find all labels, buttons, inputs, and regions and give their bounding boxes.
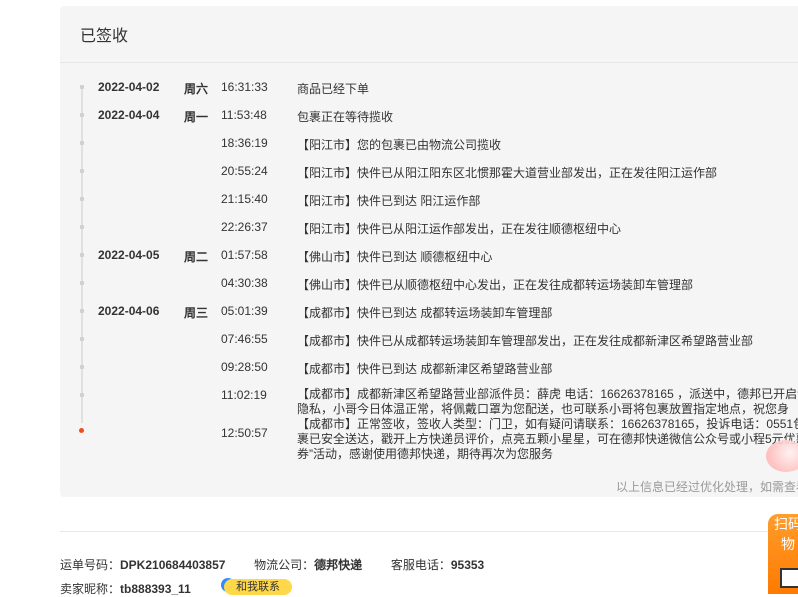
section-divider (60, 531, 798, 532)
timeline-row: 12:50:57 【成都市】正常签收，签收人类型：门卫，如有疑问请联系：1662… (60, 414, 798, 464)
timeline-dot (80, 197, 84, 201)
row-desc: 【成都市】快件已从成都转运场装卸车管理部发出，正在发往成都新津区希望路营业部 (297, 334, 754, 348)
waybill-number: DPK210684403857 (120, 558, 226, 572)
timeline-dot (80, 253, 84, 257)
timeline-dot (80, 225, 84, 229)
timeline-dot (80, 309, 84, 313)
carrier-name: 德邦快递 (314, 558, 363, 572)
timeline-dot (80, 141, 84, 145)
timeline-row: 04:30:38 【佛山市】快件已从顺德枢纽中心发出，正在发往成都转运场装卸车管… (60, 272, 798, 296)
row-date: 2022-04-06 (98, 304, 160, 318)
footnote: 以上信息已经过优化处理，如需查看快 (615, 480, 798, 494)
phone-label: 客服电话： (390, 558, 451, 572)
status-title: 已签收 (80, 28, 129, 45)
timeline-row: 22:26:37 【阳江市】快件已从阳江运作部发出，正在发往顺德枢纽中心 (60, 216, 798, 240)
row-time: 01:57:58 (221, 248, 268, 262)
timeline-dot (80, 169, 84, 173)
row-time: 11:02:19 (221, 388, 267, 402)
row-weekday: 周六 (184, 82, 209, 96)
row-time: 04:30:38 (221, 276, 268, 290)
row-time: 05:01:39 (221, 304, 268, 318)
row-time: 18:36:19 (221, 136, 268, 150)
row-desc: 【阳江市】快件已从阳江运作部发出，正在发往顺德枢纽中心 (297, 222, 622, 236)
row-desc: 【阳江市】快件已从阳江阳东区北惯那霍大道营业部发出，正在发往阳江运作部 (297, 166, 718, 180)
promo-line-1: 扫码 (774, 516, 798, 532)
row-desc: 【成都市】成都新津区希望路营业部派件员：薛虎 电话：16626378165 ，派… (297, 387, 798, 416)
row-time: 12:50:57 (221, 426, 268, 440)
seller-name: tb888393_11 (120, 582, 191, 596)
row-time: 09:28:50 (221, 360, 268, 374)
timeline-dot (80, 113, 84, 117)
waybill-label: 运单号码： (60, 558, 121, 572)
row-time: 07:46:55 (221, 332, 268, 346)
row-desc: 商品已经下单 (297, 82, 370, 96)
row-weekday: 周三 (184, 306, 209, 320)
row-time: 21:15:40 (221, 192, 268, 206)
timeline-row: 20:55:24 【阳江市】快件已从阳江阳东区北惯那霍大道营业部发出，正在发往阳… (60, 160, 798, 184)
row-time: 16:31:33 (221, 80, 268, 94)
row-desc: 【阳江市】快件已到达 阳江运作部 (297, 194, 481, 208)
title-divider (60, 62, 798, 63)
timeline-row: 2022-04-06 周三 05:01:39 【成都市】快件已到达 成都转运场装… (60, 300, 798, 324)
seller-label: 卖家昵称： (60, 582, 121, 596)
timeline-row: 11:02:19 【成都市】成都新津区希望路营业部派件员：薛虎 电话：16626… (60, 384, 798, 418)
row-date: 2022-04-05 (98, 248, 160, 262)
qr-code-icon[interactable] (780, 568, 798, 588)
timeline-row: 18:36:19 【阳江市】您的包裹已由物流公司揽收 (60, 132, 798, 156)
row-desc: 【成都市】快件已到达 成都转运场装卸车管理部 (297, 306, 553, 320)
row-date: 2022-04-04 (98, 108, 160, 122)
contact-me-button[interactable]: 和我联系 (224, 579, 292, 595)
timeline-row: 09:28:50 【成都市】快件已到达 成都新津区希望路营业部 (60, 356, 798, 380)
row-desc: 【佛山市】快件已到达 顺德枢纽中心 (297, 250, 493, 264)
timeline-dot (80, 85, 84, 89)
timeline-dot (80, 393, 84, 397)
row-date: 2022-04-02 (98, 80, 160, 94)
promo-line-2: 物 (781, 536, 795, 552)
tracking-card: 已签收 2022-04-02 周六 16:31:33 商品已经下单 2022-0… (60, 6, 798, 497)
row-desc: 【成都市】正常签收，签收人类型：门卫，如有疑问请联系：16626378165，投… (297, 417, 798, 461)
timeline-row: 21:15:40 【阳江市】快件已到达 阳江运作部 (60, 188, 798, 212)
timeline-dot-current (79, 428, 84, 433)
timeline-row: 2022-04-05 周二 01:57:58 【佛山市】快件已到达 顺德枢纽中心 (60, 244, 798, 268)
timeline-dot (80, 337, 84, 341)
row-time: 22:26:37 (221, 220, 268, 234)
timeline-dot (80, 281, 84, 285)
decorative-blossom (766, 440, 798, 472)
service-phone: 95353 (450, 558, 485, 572)
row-desc: 【佛山市】快件已从顺德枢纽中心发出，正在发往成都转运场装卸车管理部 (297, 278, 694, 292)
timeline-row: 07:46:55 【成都市】快件已从成都转运场装卸车管理部发出，正在发往成都新津… (60, 328, 798, 352)
shipment-info: 运单号码：DPK210684403857 物流公司：德邦快递 客服电话：9535… (60, 556, 484, 573)
timeline-row: 2022-04-02 周六 16:31:33 商品已经下单 (60, 76, 798, 100)
row-weekday: 周二 (184, 250, 209, 264)
row-desc: 【阳江市】您的包裹已由物流公司揽收 (297, 138, 502, 152)
row-time: 20:55:24 (221, 164, 268, 178)
row-desc: 【成都市】快件已到达 成都新津区希望路营业部 (297, 362, 553, 376)
row-time: 11:53:48 (221, 108, 267, 122)
row-desc: 包裹正在等待揽收 (297, 110, 394, 124)
timeline-dot (80, 365, 84, 369)
carrier-label: 物流公司： (254, 558, 315, 572)
row-weekday: 周一 (184, 110, 209, 124)
seller-info: 卖家昵称：tb888393_11 (60, 580, 191, 597)
timeline-row: 2022-04-04 周一 11:53:48 包裹正在等待揽收 (60, 104, 798, 128)
